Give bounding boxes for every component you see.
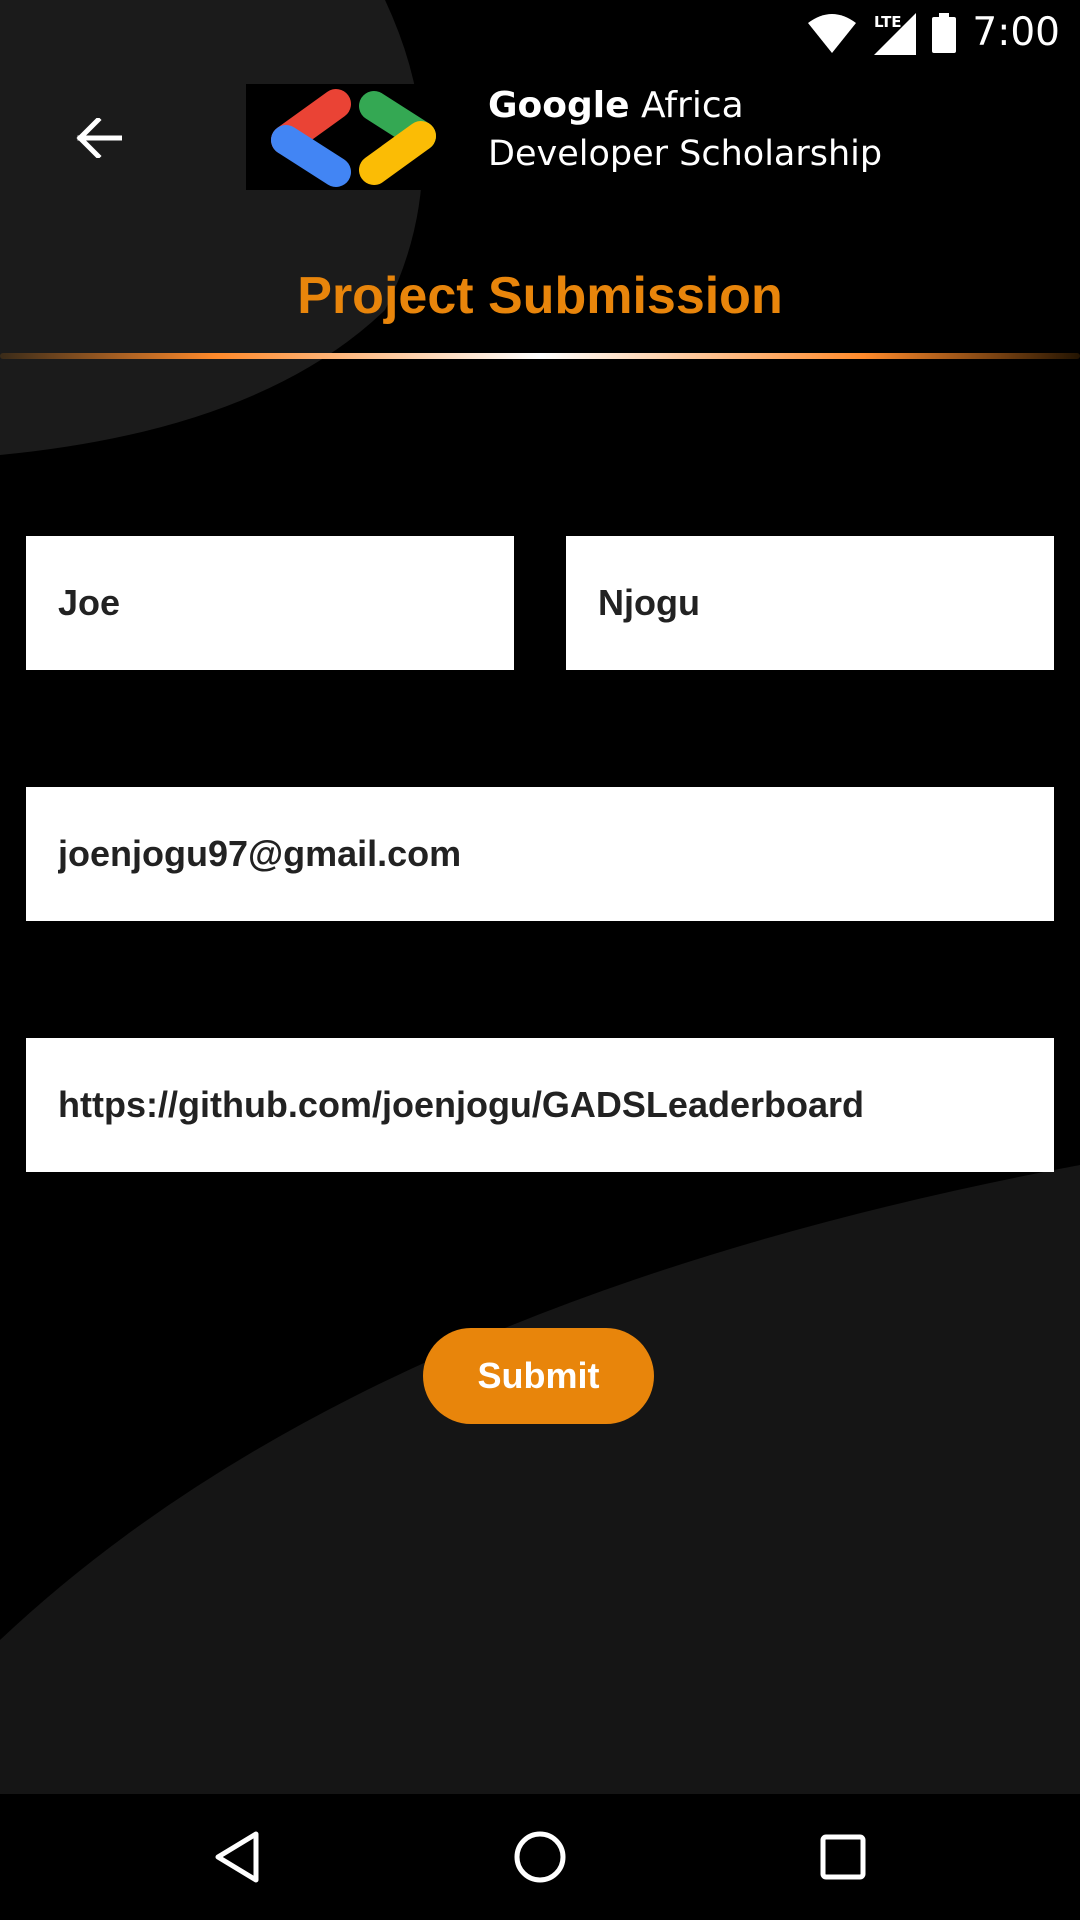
lte-signal-icon: LTE xyxy=(874,13,917,55)
status-bar: LTE 7:00 xyxy=(0,0,1080,64)
brand-line2: Developer Scholarship xyxy=(488,134,883,174)
gads-logo-icon xyxy=(246,84,460,190)
last-name-field xyxy=(566,536,1054,670)
battery-icon xyxy=(932,13,957,53)
nav-recents-button[interactable] xyxy=(808,1822,878,1892)
brand-rest: Africa xyxy=(641,85,744,126)
github-link-field xyxy=(26,1038,1054,1172)
screen: LTE 7:00 Google Africa Developer Scholar… xyxy=(0,0,1080,1920)
brand-line1: Google Africa xyxy=(488,82,882,130)
arrow-left-icon xyxy=(76,118,122,158)
submit-button[interactable]: Submit xyxy=(423,1328,654,1424)
wifi-icon xyxy=(808,14,857,53)
system-nav-bar xyxy=(0,1794,1080,1920)
back-button[interactable] xyxy=(8,68,190,208)
nav-back-icon xyxy=(215,1831,259,1883)
nav-recents-icon xyxy=(820,1834,866,1880)
email-input[interactable] xyxy=(58,833,1022,875)
nav-back-button[interactable] xyxy=(202,1822,272,1892)
status-icons: LTE 7:00 xyxy=(808,8,1060,58)
last-name-input[interactable] xyxy=(598,582,1022,624)
lte-label: LTE xyxy=(874,13,902,31)
title-divider xyxy=(0,353,1080,359)
nav-home-button[interactable] xyxy=(505,1822,575,1892)
email-field xyxy=(26,787,1054,921)
github-link-input[interactable] xyxy=(58,1084,1022,1126)
page-title: Project Submission xyxy=(297,267,783,325)
app-header: Google Africa Developer Scholarship xyxy=(0,64,1080,214)
brand-name: Google Africa Developer Scholarship xyxy=(488,82,882,178)
first-name-input[interactable] xyxy=(58,582,482,624)
brand-bold: Google xyxy=(488,85,630,126)
nav-home-icon xyxy=(514,1831,566,1883)
first-name-field xyxy=(26,536,514,670)
status-time: 7:00 xyxy=(972,10,1060,55)
